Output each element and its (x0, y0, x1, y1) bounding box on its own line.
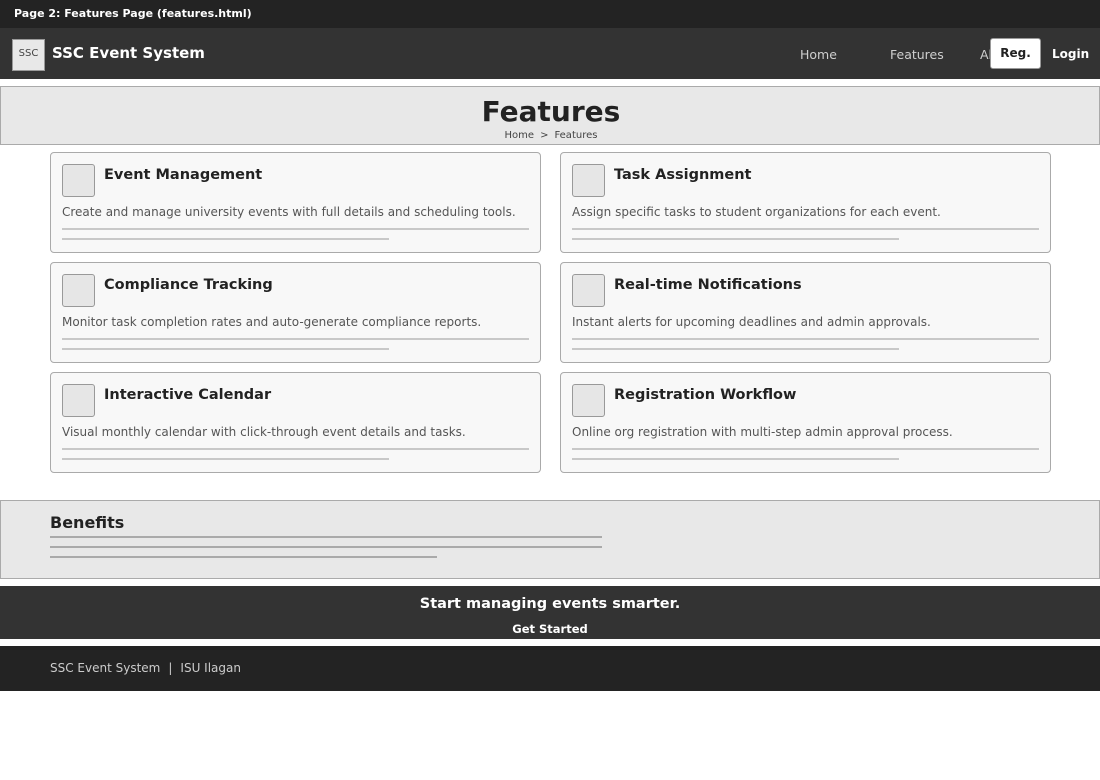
top-navbar: SSC SSC Event System Home Features About… (0, 28, 1100, 79)
footer-text: SSC Event System | ISU Ilagan (50, 661, 241, 675)
feature-description: Monitor task completion rates and auto-g… (62, 315, 482, 329)
feature-icon-placeholder (572, 274, 605, 307)
placeholder-line (572, 458, 899, 460)
feature-card-event-management: Event Management Create and manage unive… (50, 152, 541, 253)
page-header: Features Home > Features (0, 86, 1100, 145)
feature-icon-placeholder (572, 384, 605, 417)
placeholder-line (572, 448, 1039, 450)
footer-brand: SSC Event System (50, 661, 161, 675)
placeholder-line (572, 338, 1039, 340)
feature-description: Visual monthly calendar with click-throu… (62, 425, 466, 439)
footer-institution: ISU Ilagan (180, 661, 241, 675)
breadcrumb-home[interactable]: Home (505, 130, 535, 141)
feature-title: Event Management (104, 167, 263, 183)
feature-icon-placeholder (62, 384, 95, 417)
breadcrumb-current: Features (554, 130, 598, 141)
breadcrumb-separator: > (540, 130, 549, 141)
benefits-section: Benefits (0, 500, 1100, 579)
feature-icon-placeholder (62, 274, 95, 307)
feature-title: Interactive Calendar (104, 387, 272, 403)
feature-card-compliance-tracking: Compliance Tracking Monitor task complet… (50, 262, 541, 363)
feature-description: Online org registration with multi-step … (572, 425, 953, 439)
placeholder-line (50, 556, 437, 558)
benefits-underline (50, 536, 602, 538)
placeholder-line (572, 238, 899, 240)
placeholder-line (62, 348, 389, 350)
feature-icon-placeholder (572, 164, 605, 197)
feature-description: Assign specific tasks to student organiz… (572, 205, 941, 219)
cta-title: Start managing events smarter. (419, 596, 681, 612)
placeholder-line (50, 546, 602, 548)
feature-card-registration-workflow: Registration Workflow Online org registr… (560, 372, 1051, 473)
placeholder-line (572, 348, 899, 350)
cta-banner: Start managing events smarter. Get Start… (0, 586, 1100, 639)
placeholder-line (62, 338, 529, 340)
page-title: Features (481, 95, 621, 128)
feature-description: Create and manage university events with… (62, 205, 516, 219)
feature-card-interactive-calendar: Interactive Calendar Visual monthly cale… (50, 372, 541, 473)
placeholder-line (62, 458, 389, 460)
feature-card-task-assignment: Task Assignment Assign specific tasks to… (560, 152, 1051, 253)
get-started-button[interactable]: Get Started (0, 622, 1100, 636)
feature-title: Task Assignment (614, 167, 752, 183)
placeholder-line (572, 228, 1039, 230)
feature-title: Real-time Notifications (614, 277, 802, 293)
feature-card-realtime-notifications: Real-time Notifications Instant alerts f… (560, 262, 1051, 363)
breadcrumb: Home > Features (1, 130, 1100, 141)
login-button[interactable]: Login (1052, 47, 1089, 61)
nav-link-features[interactable]: Features (890, 47, 944, 62)
page-label: Page 2: Features Page (features.html) (0, 0, 1100, 28)
logo[interactable]: SSC (12, 39, 45, 71)
placeholder-line (62, 228, 529, 230)
feature-title: Registration Workflow (614, 387, 797, 403)
brand-name[interactable]: SSC Event System (52, 44, 205, 62)
benefits-title: Benefits (50, 513, 125, 532)
feature-title: Compliance Tracking (104, 277, 273, 293)
feature-icon-placeholder (62, 164, 95, 197)
placeholder-line (62, 448, 529, 450)
footer-separator: | (168, 661, 173, 675)
feature-description: Instant alerts for upcoming deadlines an… (572, 315, 931, 329)
register-button[interactable]: Reg. (990, 38, 1041, 69)
footer: SSC Event System | ISU Ilagan (0, 646, 1100, 691)
nav-link-home[interactable]: Home (800, 47, 837, 62)
placeholder-line (62, 238, 389, 240)
